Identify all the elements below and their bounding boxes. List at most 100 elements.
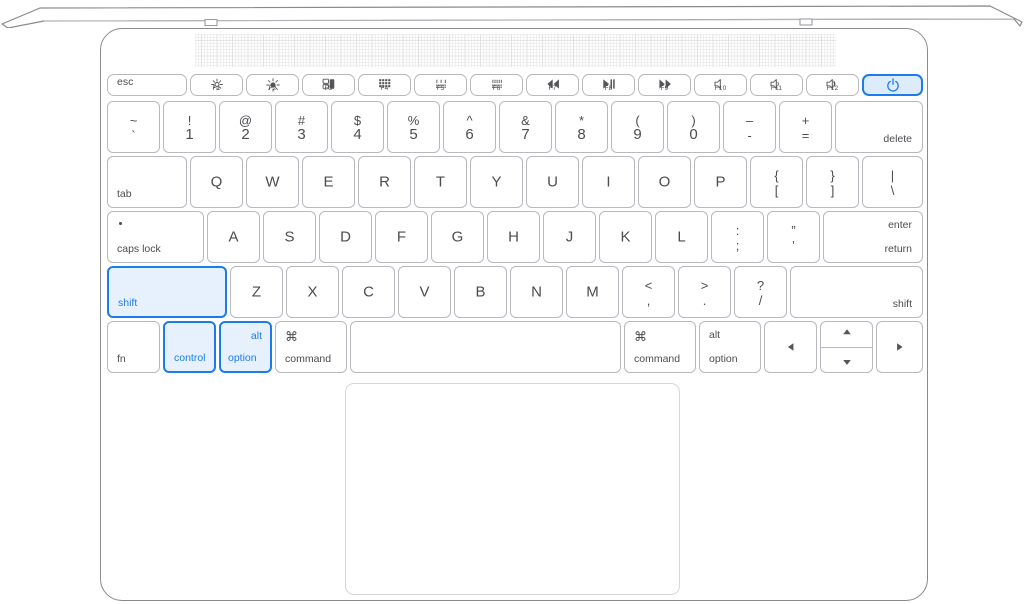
key-space[interactable] <box>350 321 621 373</box>
key-letter-e[interactable]: E <box>302 156 355 208</box>
key-digit-9[interactable]: (9 <box>611 101 664 153</box>
key-period[interactable]: >. <box>678 266 731 318</box>
key-backtick[interactable]: ~ ` <box>107 101 160 153</box>
key-letter-f[interactable]: F <box>375 211 428 263</box>
key-letter-t[interactable]: T <box>414 156 467 208</box>
key-letter-k[interactable]: K <box>599 211 652 263</box>
key-label: N <box>531 283 542 301</box>
key-option-right[interactable]: alt option <box>699 321 761 373</box>
key-option-left[interactable]: alt option <box>219 321 272 373</box>
key-f4[interactable]: F4 <box>358 74 411 96</box>
key-letter-a[interactable]: A <box>207 211 260 263</box>
key-letter-g[interactable]: G <box>431 211 484 263</box>
key-equal[interactable]: + = <box>779 101 832 153</box>
key-letter-r[interactable]: R <box>358 156 411 208</box>
key-delete[interactable]: delete <box>835 101 923 153</box>
key-letter-v[interactable]: V <box>398 266 451 318</box>
key-label: T <box>435 173 446 191</box>
key-base-label: / <box>758 293 763 308</box>
key-letter-w[interactable]: W <box>246 156 299 208</box>
key-f10[interactable]: F10 <box>694 74 747 96</box>
key-comma[interactable]: <, <box>622 266 675 318</box>
key-f6[interactable]: F6 <box>470 74 523 96</box>
key-digit-7[interactable]: & 7 <box>499 101 552 153</box>
key-base-label: [ <box>774 183 779 198</box>
key-command-right[interactable]: ⌘ command <box>624 321 696 373</box>
key-semicolon[interactable]: :; <box>711 211 764 263</box>
key-f5[interactable]: F5 <box>414 74 467 96</box>
arrow-up-icon[interactable] <box>842 328 851 335</box>
key-shifted-label: : <box>735 223 740 238</box>
key-arrow-up-down[interactable] <box>820 321 873 373</box>
key-minus[interactable]: – - <box>723 101 776 153</box>
key-letter-p[interactable]: P <box>694 156 747 208</box>
key-f9[interactable]: F9 <box>638 74 691 96</box>
key-slash[interactable]: ? / <box>734 266 787 318</box>
key-fn[interactable]: fn <box>107 321 160 373</box>
key-shifted-label: > <box>700 278 709 293</box>
key-digit-5[interactable]: % 5 <box>387 101 440 153</box>
key-letter-l[interactable]: L <box>655 211 708 263</box>
key-shifted-label: | <box>890 168 895 183</box>
fn-key-label: F7 <box>548 84 557 92</box>
key-f8[interactable]: F8 <box>582 74 635 96</box>
key-base-label: 4 <box>353 126 362 143</box>
key-base-label: 2 <box>241 126 250 143</box>
key-letter-d[interactable]: D <box>319 211 372 263</box>
key-base-label: , <box>646 293 651 308</box>
key-bracket-left[interactable]: {[ <box>750 156 803 208</box>
key-digit-3[interactable]: #3 <box>275 101 328 153</box>
key-letter-m[interactable]: M <box>566 266 619 318</box>
key-control[interactable]: control <box>163 321 216 373</box>
key-f3[interactable]: F3 <box>302 74 355 96</box>
key-command-left[interactable]: ⌘ command <box>275 321 347 373</box>
key-return[interactable]: enter return <box>823 211 923 263</box>
key-backslash[interactable]: | \ <box>862 156 923 208</box>
key-digit-8[interactable]: * 8 <box>555 101 608 153</box>
key-letter-j[interactable]: J <box>543 211 596 263</box>
key-digit-0[interactable]: ) 0 <box>667 101 720 153</box>
key-letter-n[interactable]: N <box>510 266 563 318</box>
arrow-right-icon <box>896 343 904 352</box>
key-letter-b[interactable]: B <box>454 266 507 318</box>
key-label: command <box>285 352 332 365</box>
key-bracket-right[interactable]: }] <box>806 156 859 208</box>
key-letter-o[interactable]: O <box>638 156 691 208</box>
key-letter-c[interactable]: C <box>342 266 395 318</box>
key-esc[interactable]: esc <box>107 74 187 96</box>
key-letter-s[interactable]: S <box>263 211 316 263</box>
key-quote[interactable]: ”’ <box>767 211 820 263</box>
key-digit-2[interactable]: @2 <box>219 101 272 153</box>
key-shift-left[interactable]: shift <box>107 266 227 318</box>
arrow-down-icon[interactable] <box>842 359 851 366</box>
key-letter-h[interactable]: H <box>487 211 540 263</box>
trackpad[interactable] <box>345 383 680 595</box>
key-f1[interactable]: F1 <box>190 74 243 96</box>
key-letter-y[interactable]: Y <box>470 156 523 208</box>
key-secondary-label: enter <box>888 219 912 231</box>
key-letter-q[interactable]: Q <box>190 156 243 208</box>
command-symbol-icon: ⌘ <box>634 329 647 344</box>
key-shifted-label: { <box>774 168 779 183</box>
key-label: W <box>265 173 280 191</box>
key-shift-right[interactable]: shift <box>790 266 923 318</box>
key-letter-z[interactable]: Z <box>230 266 283 318</box>
key-letter-x[interactable]: X <box>286 266 339 318</box>
key-tab[interactable]: tab <box>107 156 187 208</box>
key-arrow-right[interactable] <box>876 321 923 373</box>
key-power[interactable] <box>862 74 923 96</box>
key-arrow-left[interactable] <box>764 321 817 373</box>
key-label: A <box>228 228 239 246</box>
key-digit-4[interactable]: $4 <box>331 101 384 153</box>
key-f7[interactable]: F7 <box>526 74 579 96</box>
key-f2[interactable]: F2 <box>246 74 299 96</box>
key-f12[interactable]: F12 <box>806 74 859 96</box>
key-f11[interactable]: F11 <box>750 74 803 96</box>
key-caps-lock[interactable]: caps lock <box>107 211 204 263</box>
fn-key-label: F10 <box>714 84 727 92</box>
key-digit-6[interactable]: ^ 6 <box>443 101 496 153</box>
key-letter-i[interactable]: I <box>582 156 635 208</box>
key-letter-u[interactable]: U <box>526 156 579 208</box>
key-digit-1[interactable]: ! 1 <box>163 101 216 153</box>
key-base-label: . <box>702 293 707 308</box>
